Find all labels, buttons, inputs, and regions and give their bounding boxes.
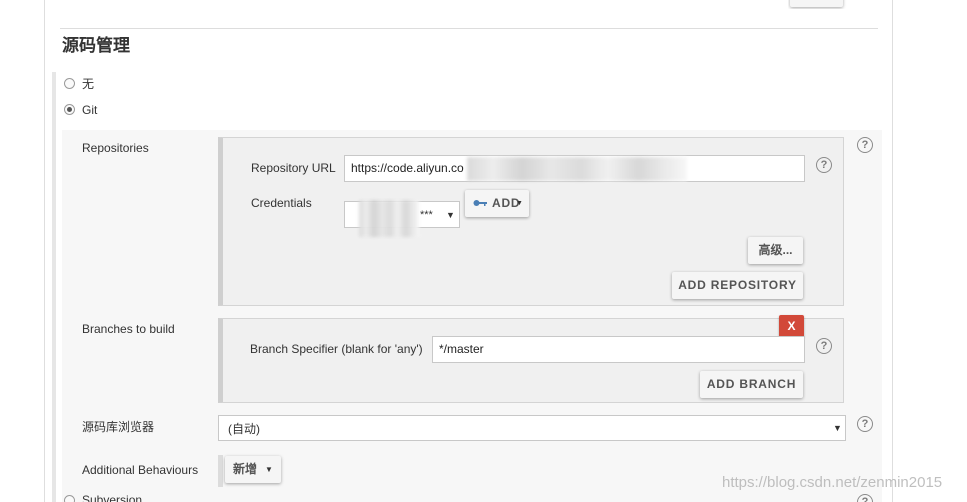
repo-browser-select[interactable]: (自动) ▼ [218,415,846,441]
scm-radio-subversion[interactable] [64,495,75,502]
branch-specifier-input[interactable]: */master [432,336,805,363]
behaviours-strip [218,455,223,487]
scm-label-none: 无 [82,77,95,91]
section-divider [60,28,878,29]
add-branch-button[interactable]: ADD BRANCH [700,371,803,398]
chevron-down-icon: ▼ [265,465,273,474]
repository-url-value: https://code.aliyun.co [351,161,464,175]
section-accent-bar [52,72,56,502]
subversion-row-clip: Subversion [60,492,180,502]
help-icon[interactable]: ? [816,338,832,354]
help-icon[interactable]: ? [857,137,873,153]
delete-branch-button[interactable]: X [779,315,804,338]
add-repository-button[interactable]: ADD REPOSITORY [672,272,803,299]
key-icon [473,200,487,206]
repo-browser-value: (自动) [228,422,260,436]
help-icon[interactable]: ? [816,157,832,173]
subversion-help-clip: ? [855,492,877,502]
top-clipped-button[interactable] [790,0,843,7]
add-behaviour-label: 新增 [233,462,258,476]
branches-label: Branches to build [82,322,175,336]
redacted-url-blur [467,157,687,181]
watermark: https://blog.csdn.net/zenmin2015 [722,474,943,491]
top-button-clip [788,0,848,9]
scm-label-subversion: Subversion [82,493,143,502]
add-behaviour-button[interactable]: 新增 ▼ [225,456,281,483]
chevron-down-icon: ▼ [833,423,842,433]
advanced-button[interactable]: 高级... [748,237,803,264]
help-icon[interactable]: ? [857,416,873,432]
chevron-down-icon: ▼ [516,200,524,207]
repository-url-label: Repository URL [251,161,336,175]
chevron-down-icon: ▼ [446,210,455,220]
scm-label-git: Git [82,103,98,117]
add-credentials-button[interactable]: ADD ▼ [465,190,529,217]
credentials-label: Credentials [251,196,312,210]
repo-browser-label: 源码库浏览器 [82,420,155,434]
branch-specifier-value: */master [439,342,484,356]
branch-specifier-label: Branch Specifier (blank for 'any') [250,342,423,356]
scm-radio-none[interactable] [64,78,75,89]
repositories-label: Repositories [82,141,149,155]
redacted-credentials-blur [359,200,419,237]
scm-radio-git[interactable] [64,104,75,115]
section-title: 源码管理 [62,36,130,55]
credentials-value: *** [420,209,433,221]
help-icon[interactable]: ? [857,494,873,502]
additional-behaviours-label: Additional Behaviours [82,463,199,477]
